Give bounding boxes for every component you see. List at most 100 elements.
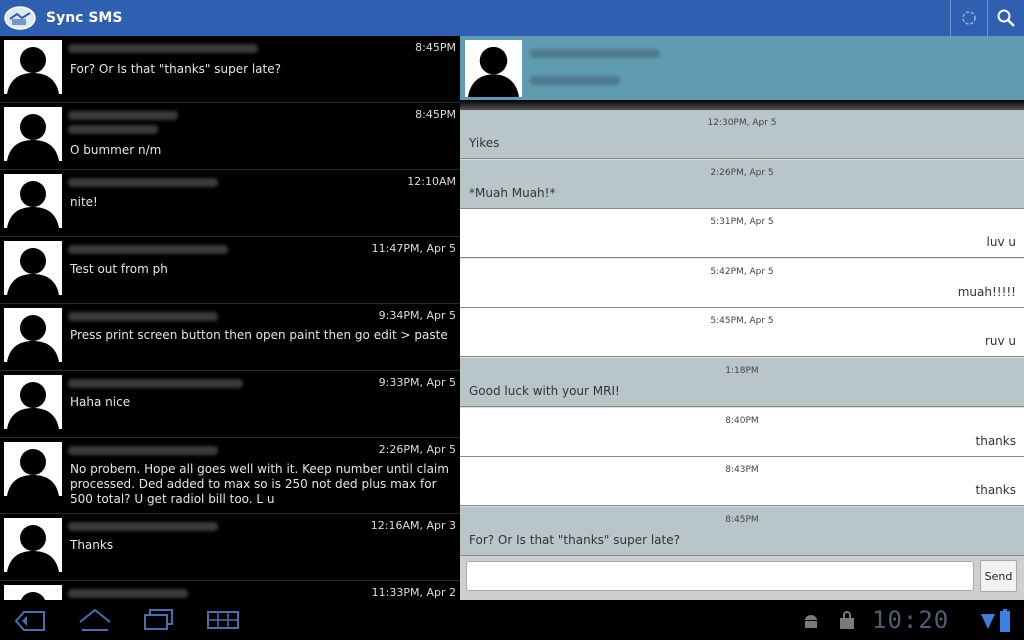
battery-icon	[1000, 609, 1010, 632]
android-debug-icon[interactable]	[802, 612, 820, 630]
system-bar: 10:20	[0, 600, 1024, 640]
contact-avatar	[465, 40, 522, 97]
incoming-message[interactable]: 8:45PM For? Or Is that "thanks" super lat…	[460, 506, 1024, 556]
message-text: Good luck with your MRI!	[469, 384, 620, 398]
message-time: 5:45PM, Apr 5	[710, 316, 774, 327]
message-time: 5:31PM, Apr 5	[710, 217, 774, 228]
contact-avatar	[4, 40, 62, 94]
conversation-time: 8:45PM	[415, 41, 456, 54]
conversation-item[interactable]: 11:33PM, Apr 2	[0, 581, 460, 600]
message-time: 8:40PM	[725, 415, 759, 426]
contact-name-blurred	[68, 379, 243, 388]
shopping-bag-icon[interactable]	[838, 611, 856, 631]
message-time: 8:45PM	[725, 514, 759, 525]
outgoing-message[interactable]: 8:43PM thanks	[460, 457, 1024, 507]
contact-name-blurred	[68, 178, 218, 187]
contact-name-blurred	[68, 312, 218, 321]
message-text: thanks	[975, 483, 1016, 498]
messages-list[interactable]: 12:30PM, Apr 5 Yikes 2:26PM, Apr 5 *Muah Mu…	[460, 110, 1024, 556]
contact-avatar	[4, 442, 62, 496]
message-time: 5:42PM, Apr 5	[710, 266, 774, 277]
conversation-preview: nite!	[70, 195, 98, 209]
contact-avatar	[4, 375, 62, 429]
sync-spinner-icon	[962, 11, 976, 25]
conversation-item[interactable]: 11:47PM, Apr 5 Test out from ph	[0, 237, 460, 304]
message-text: For? Or Is that "thanks" super late?	[469, 532, 680, 547]
incoming-message[interactable]: 2:26PM, Apr 5 *Muah Muah!*	[460, 159, 1024, 209]
recent-apps-icon[interactable]	[142, 608, 176, 632]
conversation-item[interactable]: 9:33PM, Apr 5 Haha nice	[0, 371, 460, 438]
clock[interactable]: 10:20	[872, 606, 949, 634]
conversation-list[interactable]: 8:45PM For? Or Is that "thanks" super lat…	[0, 36, 460, 600]
message-text: muah!!!!!	[957, 284, 1016, 299]
conversation-time: 9:33PM, Apr 5	[378, 376, 456, 389]
contact-header[interactable]	[460, 36, 1024, 100]
message-time: 1:18PM	[725, 366, 759, 376]
conversation-preview: Press print screen button then open pain…	[70, 328, 448, 342]
action-bar: Sync SMS	[0, 0, 1024, 36]
conversation-item[interactable]: 9:34PM, Apr 5 Press print screen button t…	[0, 304, 460, 371]
conversation-time: 12:16AM, Apr 3	[370, 519, 456, 532]
conversation-time: 11:47PM, Apr 5	[371, 242, 456, 255]
contact-name-blurred	[68, 446, 218, 455]
conversation-preview: Thanks	[70, 538, 114, 552]
conversation-preview: Haha nice	[70, 395, 131, 409]
message-text: Yikes	[469, 136, 500, 150]
message-thread-pane: 12:30PM, Apr 5 Yikes 2:26PM, Apr 5 *Muah Mu…	[460, 36, 1024, 600]
conversation-item[interactable]: 8:45PM For? Or Is that "thanks" super lat…	[0, 36, 460, 103]
message-text: luv u	[986, 235, 1016, 250]
message-time: 2:26PM, Apr 5	[710, 167, 774, 178]
header-shadow	[460, 100, 1024, 110]
contact-name-blurred	[68, 522, 218, 531]
conversation-item[interactable]: 2:26PM, Apr 5 No probem. Hope all goes we…	[0, 438, 460, 514]
message-time: 12:30PM, Apr 5	[707, 118, 777, 128]
menu-grid-icon[interactable]	[206, 610, 240, 630]
incoming-message[interactable]: 1:18PM Good luck with your MRI!	[460, 358, 1024, 407]
compose-bar: Send	[460, 556, 1024, 600]
contact-name-blurred	[530, 49, 660, 58]
contact-avatar	[4, 518, 62, 572]
message-text: ruv u	[984, 334, 1016, 349]
contact-avatar	[4, 241, 62, 295]
contact-name-blurred	[68, 589, 188, 598]
outgoing-message[interactable]: 5:45PM, Apr 5 ruv u	[460, 308, 1024, 358]
conversation-time: 11:33PM, Apr 2	[371, 586, 456, 599]
contact-avatar	[4, 174, 62, 228]
contact-name-blurred	[68, 44, 258, 53]
contact-number-blurred	[530, 76, 620, 85]
outgoing-message[interactable]: 5:42PM, Apr 5 muah!!!!!	[460, 258, 1024, 308]
conversation-time: 2:26PM, Apr 5	[378, 443, 456, 456]
contact-name-blurred	[68, 111, 178, 120]
conversation-time: 9:34PM, Apr 5	[378, 309, 456, 322]
home-icon[interactable]	[78, 608, 112, 632]
wifi-icon	[981, 614, 995, 629]
search-button[interactable]	[988, 0, 1024, 36]
conversation-preview: Test out from ph	[70, 262, 168, 276]
contact-avatar	[4, 585, 62, 600]
outgoing-message[interactable]: 5:31PM, Apr 5 luv u	[460, 209, 1024, 259]
app-title: Sync SMS	[46, 10, 123, 26]
conversation-preview: For? Or Is that "thanks" super late?	[70, 62, 281, 76]
conversation-item[interactable]: 12:16AM, Apr 3 Thanks	[0, 514, 460, 581]
contact-avatar	[4, 107, 62, 161]
incoming-message[interactable]: 12:30PM, Apr 5 Yikes	[460, 110, 1024, 159]
message-time: 8:43PM	[725, 465, 759, 476]
conversation-item[interactable]: 12:10AM nite!	[0, 170, 460, 237]
outgoing-message[interactable]: 8:40PM thanks	[460, 407, 1024, 457]
conversation-preview: O bummer n/m	[70, 143, 162, 157]
contact-name-blurred	[68, 125, 158, 134]
send-button[interactable]: Send	[980, 560, 1017, 592]
contact-avatar	[4, 308, 62, 362]
contact-name-blurred	[68, 245, 228, 254]
message-text: thanks	[975, 433, 1016, 448]
message-text: *Muah Muah!*	[469, 185, 556, 200]
sync-button[interactable]	[951, 0, 987, 36]
app-logo-icon[interactable]	[3, 4, 37, 32]
compose-input[interactable]	[466, 561, 974, 591]
back-icon[interactable]	[14, 610, 46, 632]
conversation-item[interactable]: 8:45PM O bummer n/m	[0, 103, 460, 170]
conversation-time: 8:45PM	[415, 108, 456, 121]
conversation-time: 12:10AM	[407, 175, 456, 188]
conversation-preview: No probem. Hope all goes well with it. K…	[70, 462, 449, 506]
search-icon	[997, 9, 1015, 27]
